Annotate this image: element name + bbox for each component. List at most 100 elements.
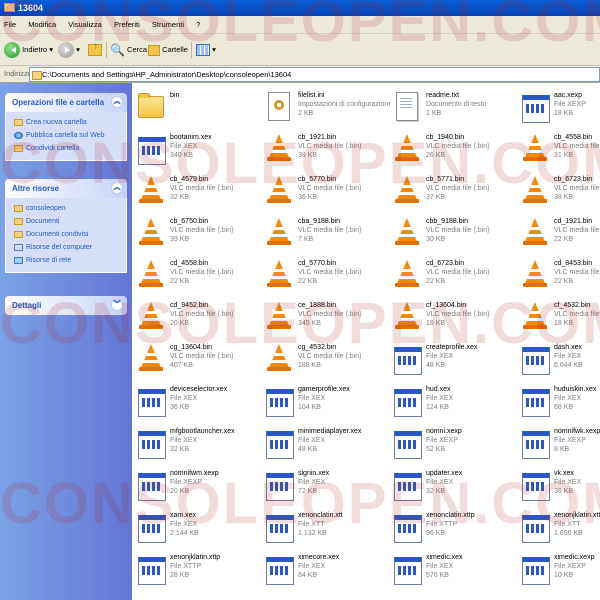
file-item[interactable]: cb_4558.bin VLC media file (.bin) 31 KB [520,129,600,171]
file-item[interactable]: minimediaplayer.xex File XEX 48 KB [264,423,389,465]
file-item[interactable]: gamerprofile.xex File XEX 104 KB [264,381,389,423]
file-item[interactable]: nomnifwm.xexp File XEXP 20 KB [136,465,261,507]
file-item[interactable]: ximedic.xexp File XEXP 10 KB [520,549,600,591]
file-type: File XEX [426,479,454,486]
file-type: File XEXP [554,563,586,570]
file-item[interactable]: cd_4558.bin VLC media file (.bin) 22 KB [136,255,261,297]
file-item[interactable]: cb_1921.bin VLC media file (.bin) 38 KB [264,129,389,171]
file-item[interactable]: cb_6750.bin VLC media file (.bin) 39 KB [136,213,261,255]
file-type: File XEX [554,353,582,360]
file-item[interactable]: cd_6723.bin VLC media file (.bin) 22 KB [392,255,517,297]
details-header[interactable]: Dettagli ︾ [5,296,127,315]
file-tasks-header[interactable]: Operazioni file e cartella ︽ [5,93,127,112]
file-type: File XEX [170,437,198,444]
file-item[interactable]: xenonclatin.xttp File XTTP 96 KB [392,507,517,549]
file-item[interactable]: cba_9188.bin VLC media file (.bin) 7 KB [264,213,389,255]
menu-visualizza[interactable]: Visualizza [68,20,102,29]
file-item[interactable]: bootanim.xex File XEX 340 KB [136,129,261,171]
file-item[interactable]: createprofile.xex File XEX 48 KB [392,339,517,381]
address-field[interactable]: C:\Documents and Settings\HP_Administrat… [29,67,600,82]
file-type: VLC media file (.bin) [426,227,490,234]
folders-button[interactable]: Cartelle [148,40,188,60]
collapse-chevron-icon[interactable]: ︽ [111,182,123,194]
share-folder-icon [14,145,23,152]
other-places-header[interactable]: Altre risorse ︽ [5,179,127,198]
file-item[interactable]: readme.txt Documento di testo 1 KB [392,87,517,129]
file-name: ximedic.xex [426,554,463,561]
file-item[interactable]: bin [136,87,261,129]
file-item[interactable]: cb_5771.bin VLC media file (.bin) 37 KB [392,171,517,213]
up-folder-button[interactable]: ↑ [88,40,102,60]
file-name: xenonclatin.xttp [426,512,475,519]
application-file-icon [136,553,166,585]
file-item[interactable]: cb_5770.bin VLC media file (.bin) 36 KB [264,171,389,213]
menu-modifica[interactable]: Modifica [28,20,56,29]
place-my-computer[interactable]: Risorse del computer [14,242,121,253]
file-type: VLC media file (.bin) [298,269,362,276]
file-item[interactable]: xenonclatin.xtt File XTT 1.132 KB [264,507,389,549]
file-type: VLC media file (.bin) [426,185,490,192]
file-size: 68 KB [554,404,574,411]
file-item[interactable]: dash.xex File XEX 6.044 KB [520,339,600,381]
file-item[interactable]: cd_9452.bin VLC media file (.bin) 20 KB [136,297,261,339]
file-type: File XTTP [426,521,458,528]
file-item[interactable]: ximedic.xex File XEX 576 KB [392,549,517,591]
file-item[interactable]: mfgbootlauncher.xex File XEX 32 KB [136,423,261,465]
title-bar[interactable]: 13604 [0,0,600,16]
forward-button[interactable]: ▾ [58,40,80,60]
back-button[interactable]: Indietro ▾ [4,40,53,60]
vlc-cone-icon [520,175,550,207]
file-item[interactable]: ce_1888.bin VLC media file (.bin) 345 KB [264,297,389,339]
file-item[interactable]: xenonjklatin.xttp File XTTP 28 KB [136,549,261,591]
file-item[interactable]: cb_4579.bin VLC media file (.bin) 32 KB [136,171,261,213]
file-item[interactable]: nomnifwk.xexp File XEXP 8 KB [520,423,600,465]
menu-file[interactable]: File [4,20,16,29]
file-item[interactable]: cf_4532.bin VLC media file (.bin) 18 KB [520,297,600,339]
expand-chevron-icon[interactable]: ︾ [111,299,123,311]
file-item[interactable]: cd_8453.bin VLC media file (.bin) 22 KB [520,255,600,297]
views-button[interactable]: ▾ [196,40,216,60]
menu-strumenti[interactable]: Strumenti [152,20,184,29]
file-item[interactable]: signin.xex File XEX 72 KB [264,465,389,507]
file-item[interactable]: cd_1921.bin VLC media file (.bin) 22 KB [520,213,600,255]
file-type: VLC media file (.bin) [298,227,362,234]
place-documents[interactable]: Documenti [14,216,121,227]
file-item[interactable]: cg_4532.bin VLC media file (.bin) 188 KB [264,339,389,381]
file-item[interactable]: xam.xex File XEX 2.144 KB [136,507,261,549]
task-share-folder[interactable]: Condividi cartella [14,143,121,154]
file-name: dash.xex [554,344,583,351]
place-shared-documents[interactable]: Documenti condivisi [14,229,121,240]
file-item[interactable]: hud.xex File XEX 124 KB [392,381,517,423]
place-consoleopen[interactable]: consoleopen [14,203,121,214]
file-item[interactable]: updater.xex File XEX 32 KB [392,465,517,507]
file-item[interactable]: nomni.xexp File XEXP 52 KB [392,423,517,465]
file-item[interactable]: cf_13604.bin VLC media file (.bin) 18 KB [392,297,517,339]
collapse-chevron-icon[interactable]: ︽ [111,96,123,108]
file-type: VLC media file (.bin) [426,143,490,150]
file-item[interactable]: cg_13604.bin VLC media file (.bin) 407 KB [136,339,261,381]
file-item[interactable]: huduiskin.xex File XEX 68 KB [520,381,600,423]
file-name: cbb_9188.bin [426,218,469,225]
file-item[interactable]: filelist.ini Impostazioni di configurazio… [264,87,390,129]
search-button[interactable]: 🔍 Cerca [110,40,147,60]
file-item[interactable]: xenonjklatin.xtt File XTT 1.696 KB [520,507,600,549]
file-item[interactable]: vk.xex File XEX 36 KB [520,465,600,507]
file-item[interactable]: ximecore.xex File XEX 84 KB [264,549,389,591]
place-network[interactable]: Risorse di rete [14,255,121,266]
globe-icon [14,132,23,139]
file-item[interactable]: deviceselector.xex File XEX 36 KB [136,381,261,423]
file-item[interactable]: cbb_9188.bin VLC media file (.bin) 30 KB [392,213,517,255]
menu-help[interactable]: ? [196,20,200,29]
menu-preferiti[interactable]: Preferiti [114,20,140,29]
file-item[interactable]: cd_5770.bin VLC media file (.bin) 22 KB [264,255,389,297]
vlc-cone-icon [392,133,422,165]
file-tasks-title: Operazioni file e cartella [12,98,105,107]
file-item[interactable]: cb_1940.bin VLC media file (.bin) 26 KB [392,129,517,171]
file-size: 18 KB [554,110,574,117]
file-type: File XEXP [554,437,586,444]
file-item[interactable]: cb_6723.bin VLC media file (.bin) 38 KB [520,171,600,213]
file-item[interactable]: aac.xexp File XEXP 18 KB [520,87,600,129]
file-size: 38 KB [554,194,574,201]
task-publish-web[interactable]: Pubblica cartella sul Web [14,130,121,141]
task-new-folder[interactable]: Crea nuova cartella [14,117,121,128]
